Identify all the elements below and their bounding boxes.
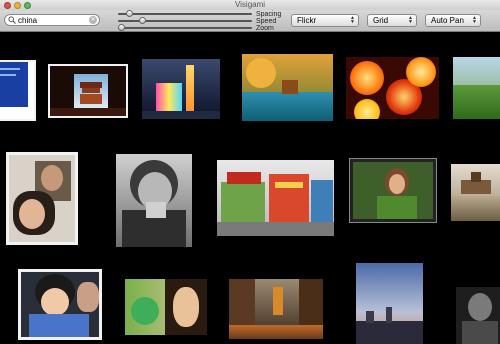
photo-tile[interactable] [217, 160, 334, 236]
title-bar: Visigami [0, 0, 500, 10]
photo-wall[interactable] [0, 33, 500, 344]
photo-tile[interactable] [142, 59, 220, 119]
popup-arrows-icon: ▲ ▼ [350, 15, 355, 25]
photo-tile[interactable] [18, 269, 102, 340]
spacing-label: Spacing [256, 11, 282, 18]
toolbar: ✕ Spacing Speed Zoom Flickr ▲▼ Grid ▲▼ A… [0, 10, 500, 32]
magnifier-icon [7, 15, 17, 25]
photo-tile[interactable] [242, 54, 333, 121]
source-value: Flickr [297, 16, 317, 25]
zoom-label: Zoom [256, 25, 274, 32]
layout-value: Grid [373, 16, 389, 25]
photo-tile[interactable] [229, 279, 323, 339]
slider-knob[interactable] [139, 17, 146, 24]
photo-tile[interactable] [125, 279, 207, 335]
photo-tile[interactable] [451, 164, 500, 221]
search-input[interactable] [18, 15, 88, 25]
photo-tile[interactable] [356, 263, 423, 344]
layout-popup[interactable]: Grid ▲ ▼ [367, 14, 417, 27]
slider-track [118, 13, 252, 15]
pan-popup[interactable]: Auto Pan ▲ ▼ [425, 14, 481, 27]
slider-knob[interactable] [118, 24, 125, 31]
speed-slider[interactable] [118, 17, 252, 24]
spacing-slider[interactable] [118, 10, 252, 17]
speed-label: Speed [256, 18, 277, 25]
photo-tile[interactable] [349, 158, 437, 223]
photo-tile[interactable] [48, 64, 128, 118]
clear-icon[interactable]: ✕ [89, 16, 97, 24]
photo-tile[interactable] [456, 287, 500, 344]
photo-tile[interactable] [6, 152, 78, 245]
window-title: Visigami [234, 0, 266, 9]
popup-arrows-icon: ▲ ▼ [472, 15, 477, 25]
pan-value: Auto Pan [431, 16, 464, 25]
photo-tile[interactable] [346, 57, 439, 119]
photo-tile[interactable] [453, 57, 500, 119]
app-window: Visigami ✕ Spacing Speed Zoom Flickr ▲▼ [0, 0, 500, 344]
zoom-slider[interactable] [118, 24, 252, 31]
popup-arrows-icon: ▲ ▼ [408, 15, 413, 25]
source-popup[interactable]: Flickr ▲ ▼ [291, 14, 359, 27]
search-field[interactable]: ✕ [4, 14, 100, 26]
photo-tile[interactable] [116, 154, 192, 247]
slider-knob[interactable] [126, 10, 133, 17]
slider-track [118, 27, 252, 29]
photo-tile[interactable] [0, 60, 36, 121]
